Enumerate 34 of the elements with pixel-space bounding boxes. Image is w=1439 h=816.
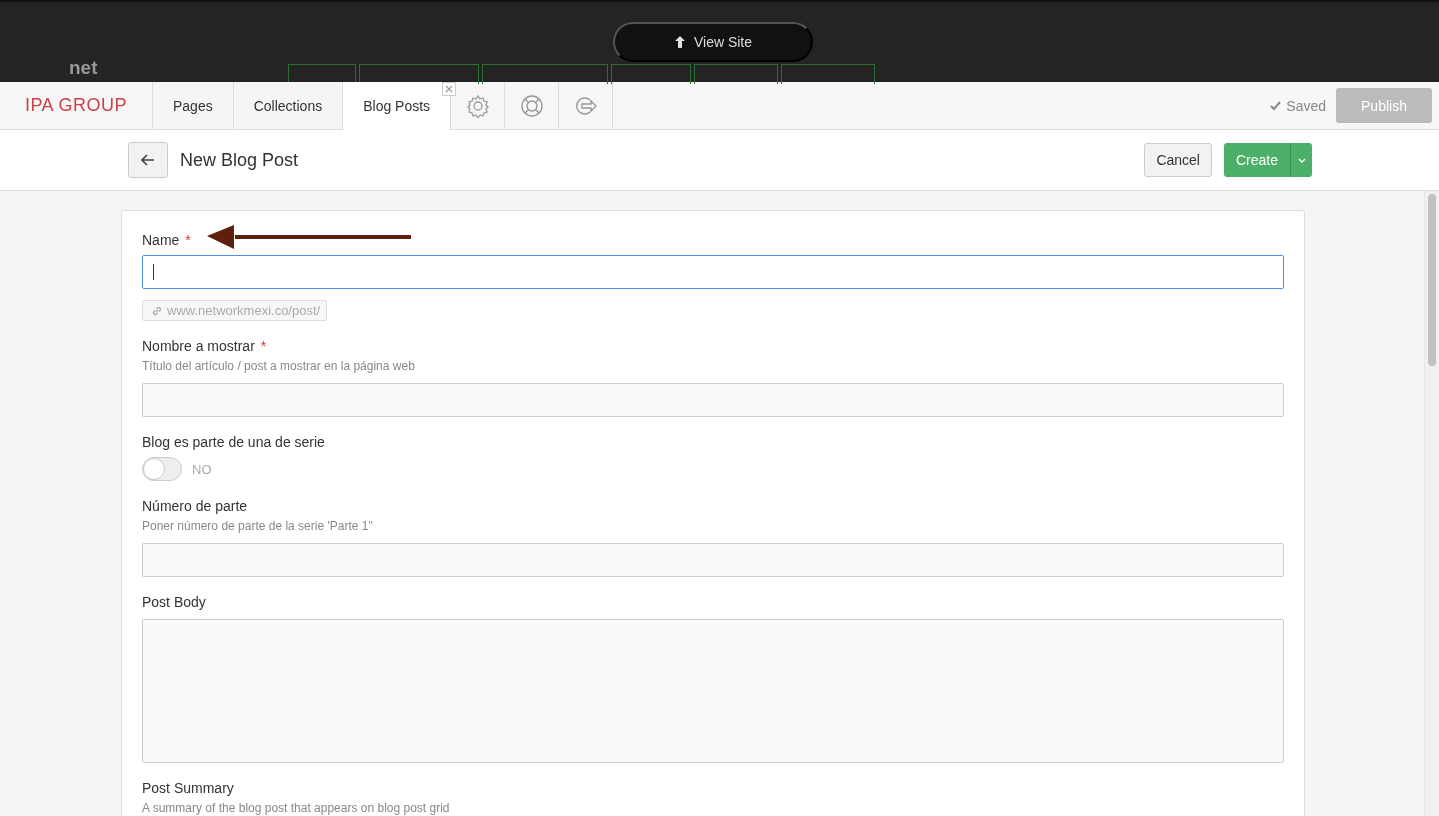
field-label: Post Summary (142, 780, 234, 796)
field-hint: Poner número de parte de la serie 'Parte 1" (142, 519, 374, 533)
check-icon (1270, 100, 1282, 111)
page-title: New Blog Post (180, 149, 300, 171)
caret-icon (1297, 157, 1306, 163)
text-field[interactable] (142, 543, 1284, 577)
required-mark: * (260, 338, 267, 354)
lifebuoy-icon (519, 93, 544, 118)
settings-icon (465, 93, 490, 118)
url-slug: www.networkmexi.co/post/ (142, 300, 328, 321)
field-label: Name (142, 232, 180, 248)
saved-status: Saved (1286, 97, 1326, 114)
arrow-up-icon (673, 35, 686, 49)
toggle-switch[interactable] (142, 457, 182, 481)
cancel-button[interactable]: Cancel (1144, 143, 1212, 177)
close-icon[interactable] (442, 82, 457, 96)
field-label: Blog es parte de una de serie (142, 434, 325, 450)
link-icon (151, 304, 163, 317)
field-label: Número de parte (142, 498, 248, 514)
site-logo: net (69, 58, 98, 77)
toggle-state: NO (192, 461, 212, 477)
dropdown-button[interactable] (1290, 143, 1312, 177)
scrollbar[interactable] (1428, 194, 1436, 366)
view-site-button[interactable]: View Site (613, 22, 813, 62)
back-button[interactable] (128, 142, 168, 178)
text-field[interactable] (142, 255, 1284, 289)
text-area[interactable] (142, 619, 1284, 763)
required-mark: * (185, 232, 191, 248)
field-hint: A summary of the blog post that appears on blog post grid (142, 801, 451, 815)
back-arrow-icon (141, 154, 155, 166)
text-field[interactable] (142, 383, 1284, 417)
field-hint: Título del artículo / post a mostrar en la página web (142, 359, 416, 373)
field-label: Post Body (142, 594, 206, 610)
field-label: Nombre a mostrar (142, 338, 255, 354)
